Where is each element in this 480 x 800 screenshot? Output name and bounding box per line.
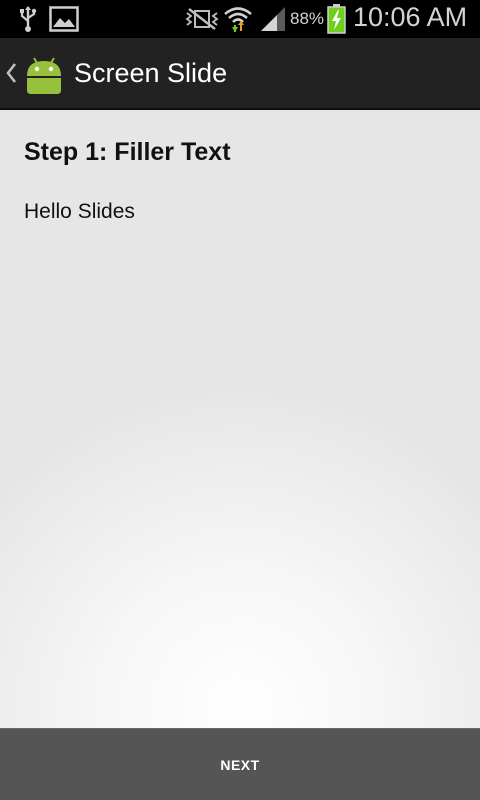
slide-content[interactable]: Step 1: Filler Text Hello Slides <box>0 110 480 728</box>
page-title: Screen Slide <box>74 58 228 88</box>
usb-icon <box>20 6 37 32</box>
status-bar: 88% 10:06 AM <box>0 0 480 38</box>
battery-charging-icon <box>327 4 346 34</box>
cell-signal-icon <box>261 7 285 31</box>
vibrate-mute-icon <box>185 8 219 30</box>
battery-percent: 88% <box>290 9 325 28</box>
action-bar: Screen Slide <box>0 38 480 110</box>
bottom-bar: NEXT <box>0 728 480 800</box>
image-notification-icon <box>49 6 79 32</box>
screen: 88% 10:06 AM Screen Slide Step 1: Filler… <box>0 0 480 800</box>
chevron-left-icon[interactable] <box>4 62 18 84</box>
android-icon[interactable] <box>22 52 66 96</box>
step-body-text: Hello Slides <box>24 200 135 223</box>
clock: 10:06 AM <box>353 2 468 32</box>
next-button[interactable]: NEXT <box>0 729 480 800</box>
wifi-icon <box>224 7 252 32</box>
step-title: Step 1: Filler Text <box>24 138 231 166</box>
